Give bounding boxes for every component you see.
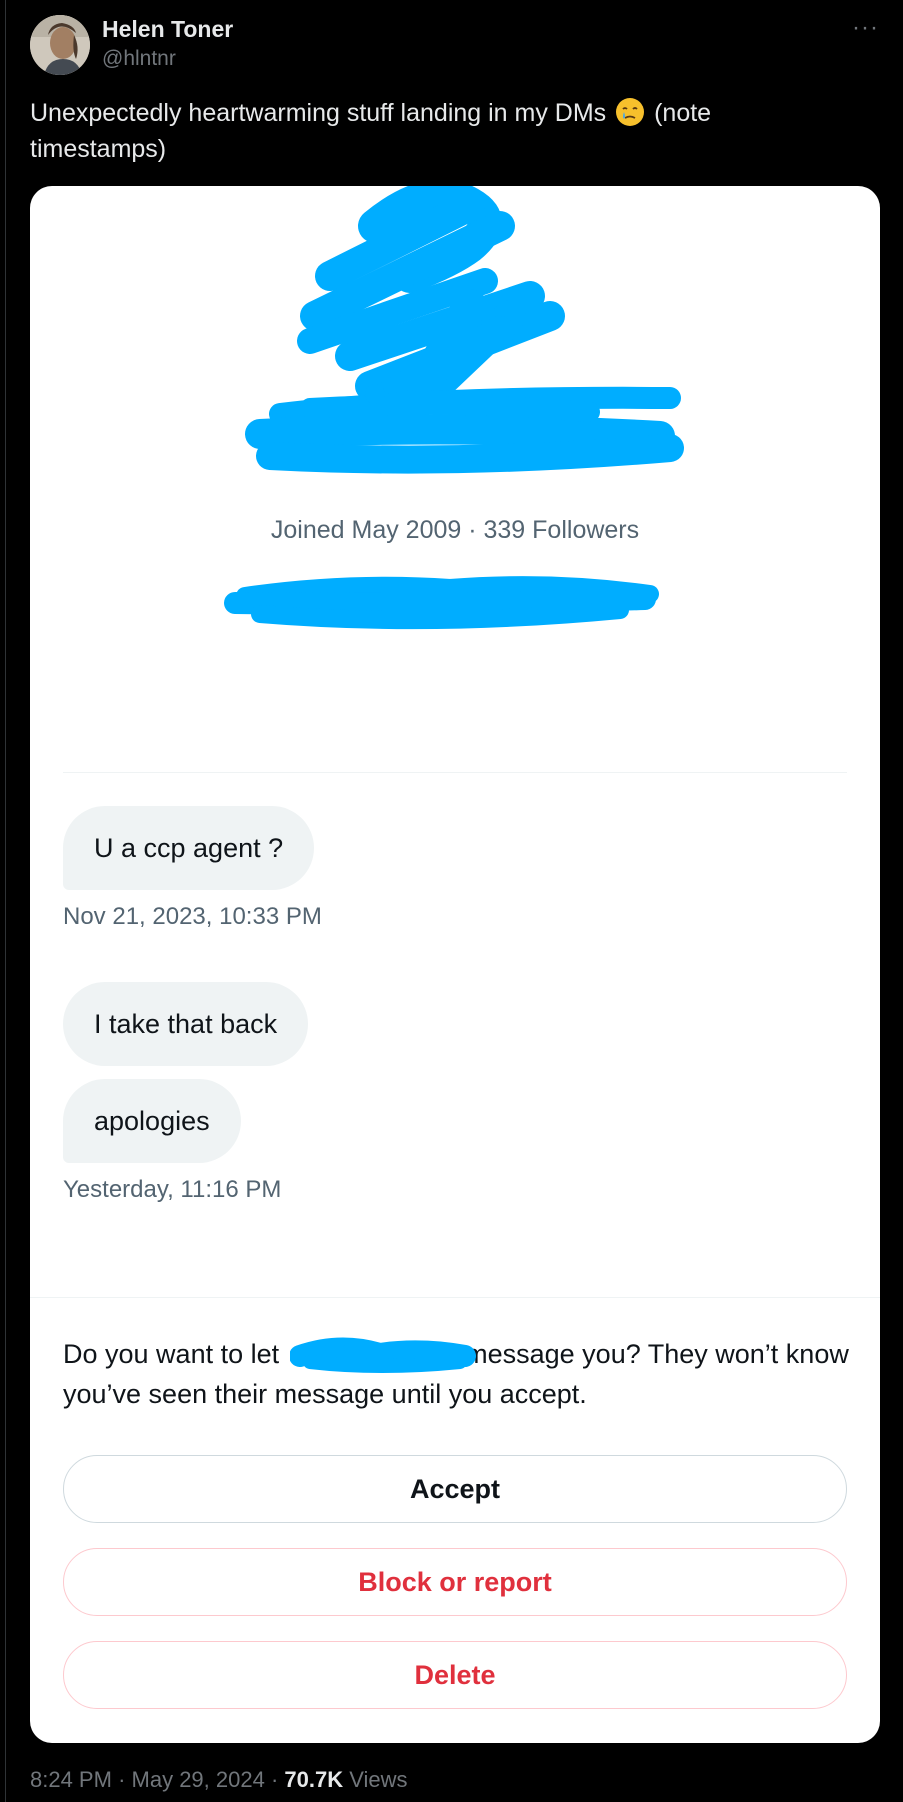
divider [30,1297,880,1298]
views-label: Views [349,1767,408,1792]
timeline-border [5,0,6,1802]
separator: · [118,1767,132,1792]
author-name[interactable]: Helen Toner [102,16,233,43]
face-holding-back-tears-icon [616,98,645,126]
message-bubble[interactable]: I take that back [63,982,309,1066]
delete-button[interactable]: Delete [63,1641,847,1709]
message-bubble[interactable]: U a ccp agent ? [63,806,315,890]
views-count: 70.7K [284,1767,344,1792]
avatar[interactable] [30,15,90,75]
redaction-scribble [224,186,684,630]
redaction-scribble [290,1337,476,1373]
tweet-time[interactable]: 8:24 PM [30,1767,112,1792]
divider [63,772,847,773]
profile-meta: Joined May 2009 · 339 Followers [270,516,640,544]
message-bubble[interactable]: apologies [63,1079,241,1163]
message-timestamp: Nov 21, 2023, 10:33 PM [63,903,322,930]
separator: · [270,1767,285,1792]
prompt-text-start: Do you want to let [63,1339,280,1369]
tweet-date[interactable]: May 29, 2024 [132,1767,265,1792]
more-options-icon[interactable]: ··· [852,14,879,42]
tweet-text-main: Unexpectedly heartwarming stuff landing … [30,99,607,127]
message-timestamp: Yesterday, 11:16 PM [63,1176,282,1203]
avatar-photo [30,15,90,75]
tweet-text: Unexpectedly heartwarming stuff landing … [30,95,850,167]
block-or-report-button[interactable]: Block or report [63,1548,847,1616]
accept-button[interactable]: Accept [63,1455,847,1523]
author-handle[interactable]: @hlntnr [102,47,176,71]
dm-request-screenshot: Joined May 2009 · 339 Followers U a ccp … [30,186,880,1743]
tweet-metadata: 8:24 PM · May 29, 2024 · 70.7K Views [30,1767,408,1793]
